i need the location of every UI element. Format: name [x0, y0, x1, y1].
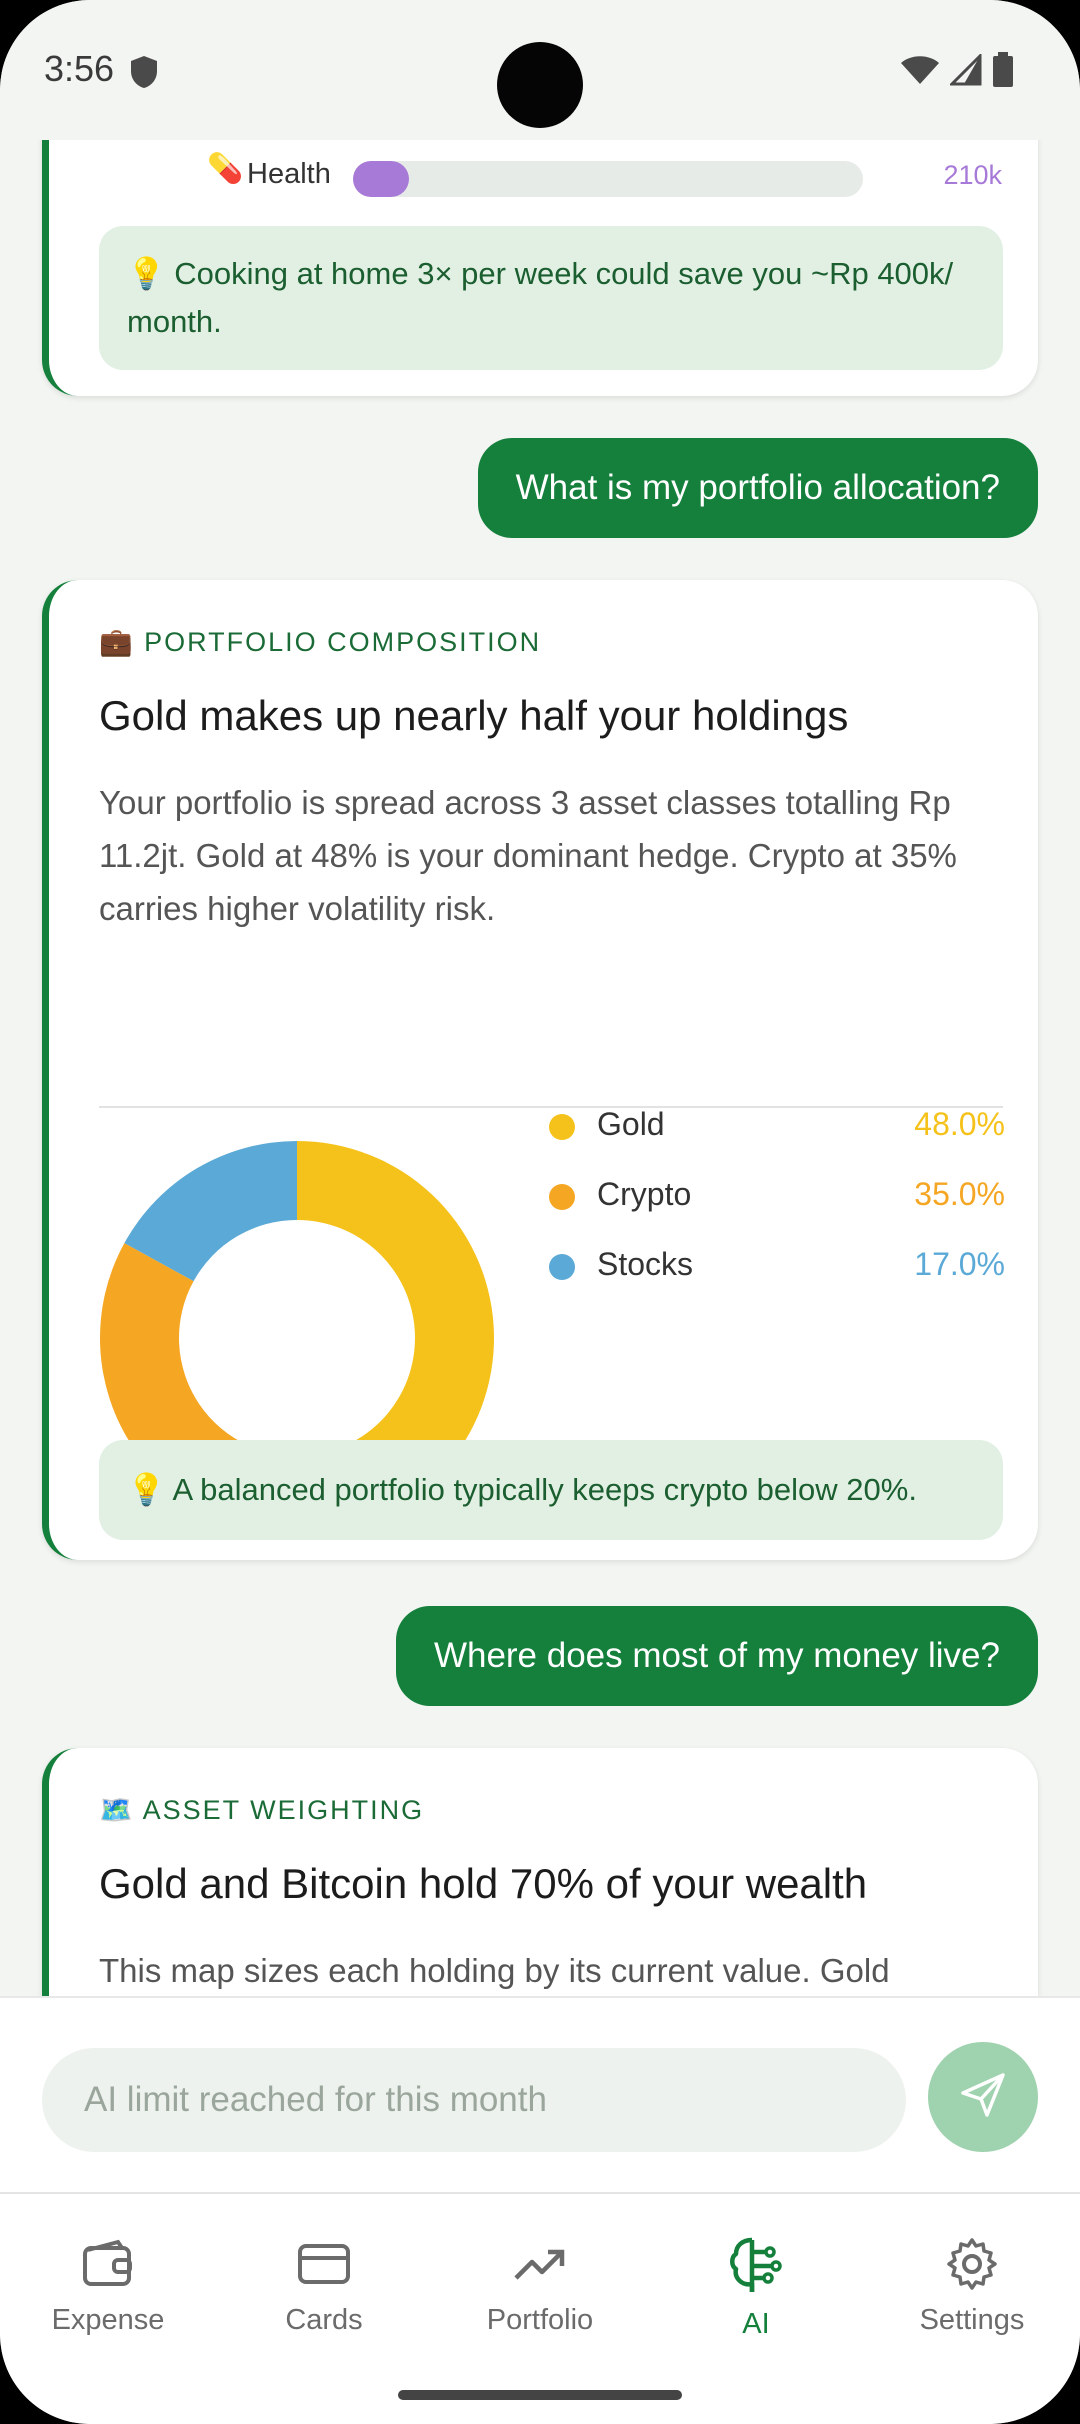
legend-item-stocks: Stocks 17.0% — [549, 1242, 1005, 1292]
system-icons — [900, 52, 1014, 93]
category-progress-fill — [353, 161, 410, 197]
lightbulb-icon: 💡 — [127, 256, 166, 291]
status-time: 3:56 — [44, 48, 115, 89]
nav-item-ai[interactable]: AI — [648, 2236, 864, 2356]
chat-input-bar — [0, 1996, 1080, 2192]
wifi-icon — [900, 54, 940, 91]
signal-icon — [948, 52, 982, 91]
map-icon: 🗺️ — [99, 1795, 135, 1825]
gear-icon — [864, 2236, 1080, 2292]
card-body: This map sizes each holding by its curre… — [99, 1952, 890, 1989]
chat-area[interactable]: 💊 Health 210k 💡 Cooking at home 3× per w… — [0, 140, 1080, 1996]
status-bar: 3:56 — [0, 0, 1080, 140]
nav-label: Settings — [919, 2304, 1025, 2336]
lightbulb-icon: 💡 — [127, 1472, 166, 1507]
tip-text: Cooking at home 3× per week could save y… — [127, 256, 954, 339]
nav-item-expense[interactable]: Expense — [0, 2236, 216, 2356]
tip-text: A balanced portfolio typically keeps cry… — [172, 1472, 917, 1507]
nav-label: Cards — [285, 2304, 363, 2336]
card-eyebrow: 💼 PORTFOLIO COMPOSITION — [99, 626, 541, 658]
legend-label: Stocks — [597, 1246, 694, 1282]
legend-item-crypto: Crypto 35.0% — [549, 1172, 1005, 1222]
card-eyebrow: 🗺️ ASSET WEIGHTING — [99, 1794, 424, 1826]
savings-tip: 💡 Cooking at home 3× per week could save… — [99, 226, 1003, 370]
eyebrow-text: ASSET WEIGHTING — [142, 1795, 425, 1825]
asset-weighting-card: 🗺️ ASSET WEIGHTING Gold and Bitcoin hold… — [42, 1748, 1038, 1996]
wallet-icon — [0, 2236, 216, 2292]
legend-value: 35.0% — [914, 1176, 1005, 1212]
legend-dot — [549, 1184, 575, 1210]
nav-item-cards[interactable]: Cards — [216, 2236, 432, 2356]
nav-label: Portfolio — [486, 2304, 594, 2336]
phone-screen: 3:56 💊 Health 210k 💡 Cooking at home 3× … — [0, 0, 1080, 2424]
nav-label: Expense — [51, 2304, 165, 2336]
front-camera — [497, 42, 583, 128]
legend-value: 17.0% — [914, 1246, 1005, 1282]
nav-item-portfolio[interactable]: Portfolio — [432, 2236, 648, 2356]
category-amount: 210k — [943, 160, 1002, 190]
spending-insight-card: 💊 Health 210k 💡 Cooking at home 3× per w… — [42, 140, 1038, 396]
briefcase-icon: 💼 — [99, 627, 135, 657]
legend-dot — [549, 1254, 575, 1280]
legend-label: Gold — [597, 1106, 665, 1142]
pill-icon: 💊 — [207, 153, 244, 185]
nav-item-settings[interactable]: Settings — [864, 2236, 1080, 2356]
card-title: Gold and Bitcoin hold 70% of your wealth — [99, 1860, 868, 1907]
home-indicator — [398, 2390, 682, 2400]
portfolio-tip: 💡 A balanced portfolio typically keeps c… — [99, 1440, 1003, 1540]
portfolio-composition-card: 💼 PORTFOLIO COMPOSITION Gold makes up ne… — [42, 580, 1038, 1560]
trending-up-icon — [432, 2236, 648, 2292]
card-body: Your portfolio is spread across 3 asset … — [99, 784, 957, 927]
chat-input[interactable] — [42, 2048, 906, 2152]
card-icon — [216, 2236, 432, 2292]
shield-icon — [128, 54, 160, 95]
category-label: Health — [247, 158, 331, 190]
eyebrow-text: PORTFOLIO COMPOSITION — [144, 627, 542, 657]
send-icon — [957, 2069, 1009, 2126]
legend-item-gold: Gold 48.0% — [549, 1102, 1005, 1152]
category-progress-track — [353, 161, 863, 197]
legend-value: 48.0% — [914, 1106, 1005, 1142]
battery-icon — [992, 52, 1014, 93]
nav-label: AI — [742, 2308, 770, 2340]
brain-icon — [648, 2236, 864, 2296]
send-button[interactable] — [928, 2042, 1038, 2152]
card-title: Gold makes up nearly half your holdings — [99, 692, 849, 739]
user-message: What is my portfolio allocation? — [477, 438, 1038, 538]
legend-label: Crypto — [597, 1176, 692, 1212]
user-message: Where does most of my money live? — [395, 1606, 1038, 1706]
legend-dot — [549, 1114, 575, 1140]
